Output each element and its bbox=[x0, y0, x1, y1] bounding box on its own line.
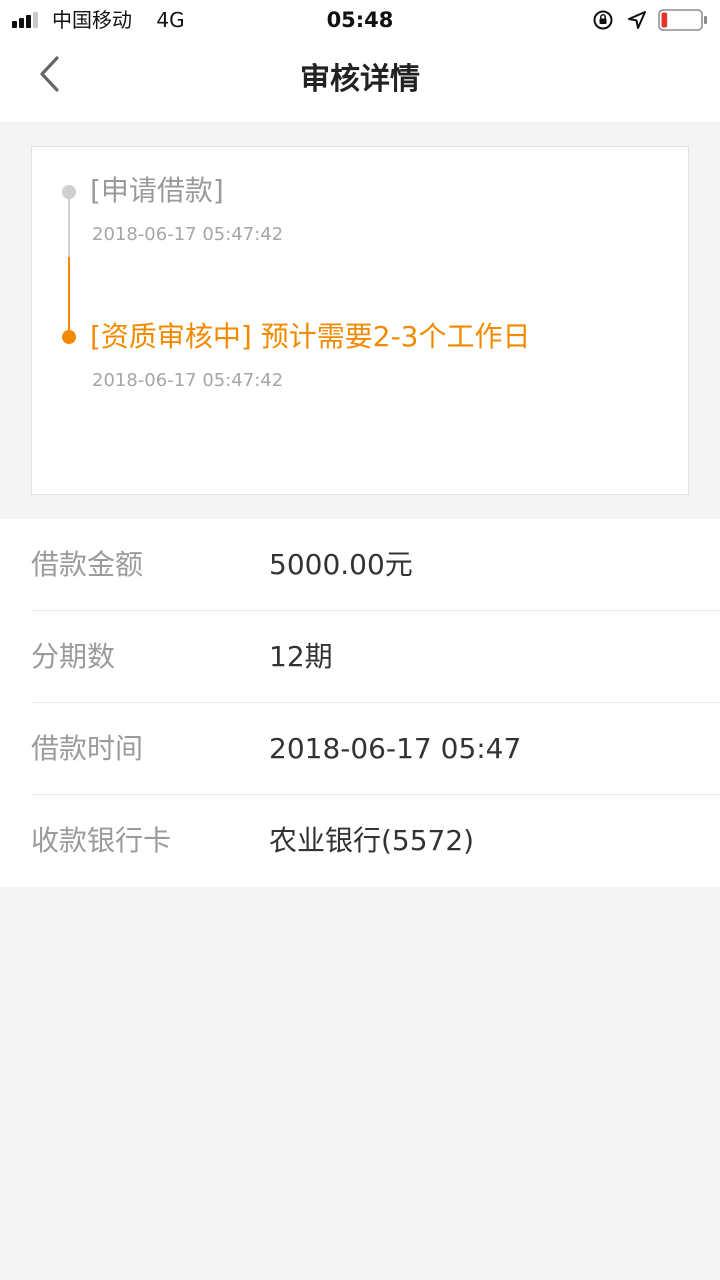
timeline-connector-done bbox=[68, 193, 70, 257]
detail-value: 5000.00元 bbox=[269, 548, 413, 581]
timeline-connector-current bbox=[68, 257, 70, 337]
detail-row-time: 借款时间 2018-06-17 05:47 bbox=[0, 703, 720, 795]
detail-label: 分期数 bbox=[31, 640, 116, 673]
detail-row-amount: 借款金额 5000.00元 bbox=[0, 519, 720, 611]
detail-row-installments: 分期数 12期 bbox=[0, 611, 720, 703]
detail-value: 12期 bbox=[269, 640, 333, 673]
timeline-dot-done bbox=[62, 185, 76, 199]
status-bar: 中国移动 4G 05:48 bbox=[0, 0, 720, 40]
detail-label: 借款金额 bbox=[31, 548, 144, 581]
timeline-step-time: 2018-06-17 05:47:42 bbox=[92, 224, 284, 245]
timeline-step-title: [申请借款] bbox=[90, 174, 224, 207]
page-title: 审核详情 bbox=[300, 62, 420, 97]
detail-label: 收款银行卡 bbox=[31, 824, 172, 857]
review-timeline: [申请借款] 2018-06-17 05:47:42 [资质审核中] 预计需要2… bbox=[31, 146, 689, 495]
location-arrow-icon bbox=[628, 11, 646, 29]
detail-value: 农业银行(5572) bbox=[269, 824, 475, 857]
detail-label: 借款时间 bbox=[31, 732, 144, 765]
timeline-dot-current bbox=[62, 330, 76, 344]
nav-bar: 审核详情 bbox=[0, 40, 720, 122]
battery-low-icon bbox=[658, 9, 707, 31]
timeline-step-title-current: [资质审核中] 预计需要2-3个工作日 bbox=[90, 320, 531, 353]
detail-row-bank-card: 收款银行卡 农业银行(5572) bbox=[0, 795, 720, 887]
timeline-step-time-current: 2018-06-17 05:47:42 bbox=[92, 370, 284, 391]
rotation-lock-icon bbox=[593, 10, 613, 30]
loan-detail-list: 借款金额 5000.00元 分期数 12期 借款时间 2018-06-17 05… bbox=[0, 519, 720, 887]
detail-value: 2018-06-17 05:47 bbox=[269, 732, 522, 765]
